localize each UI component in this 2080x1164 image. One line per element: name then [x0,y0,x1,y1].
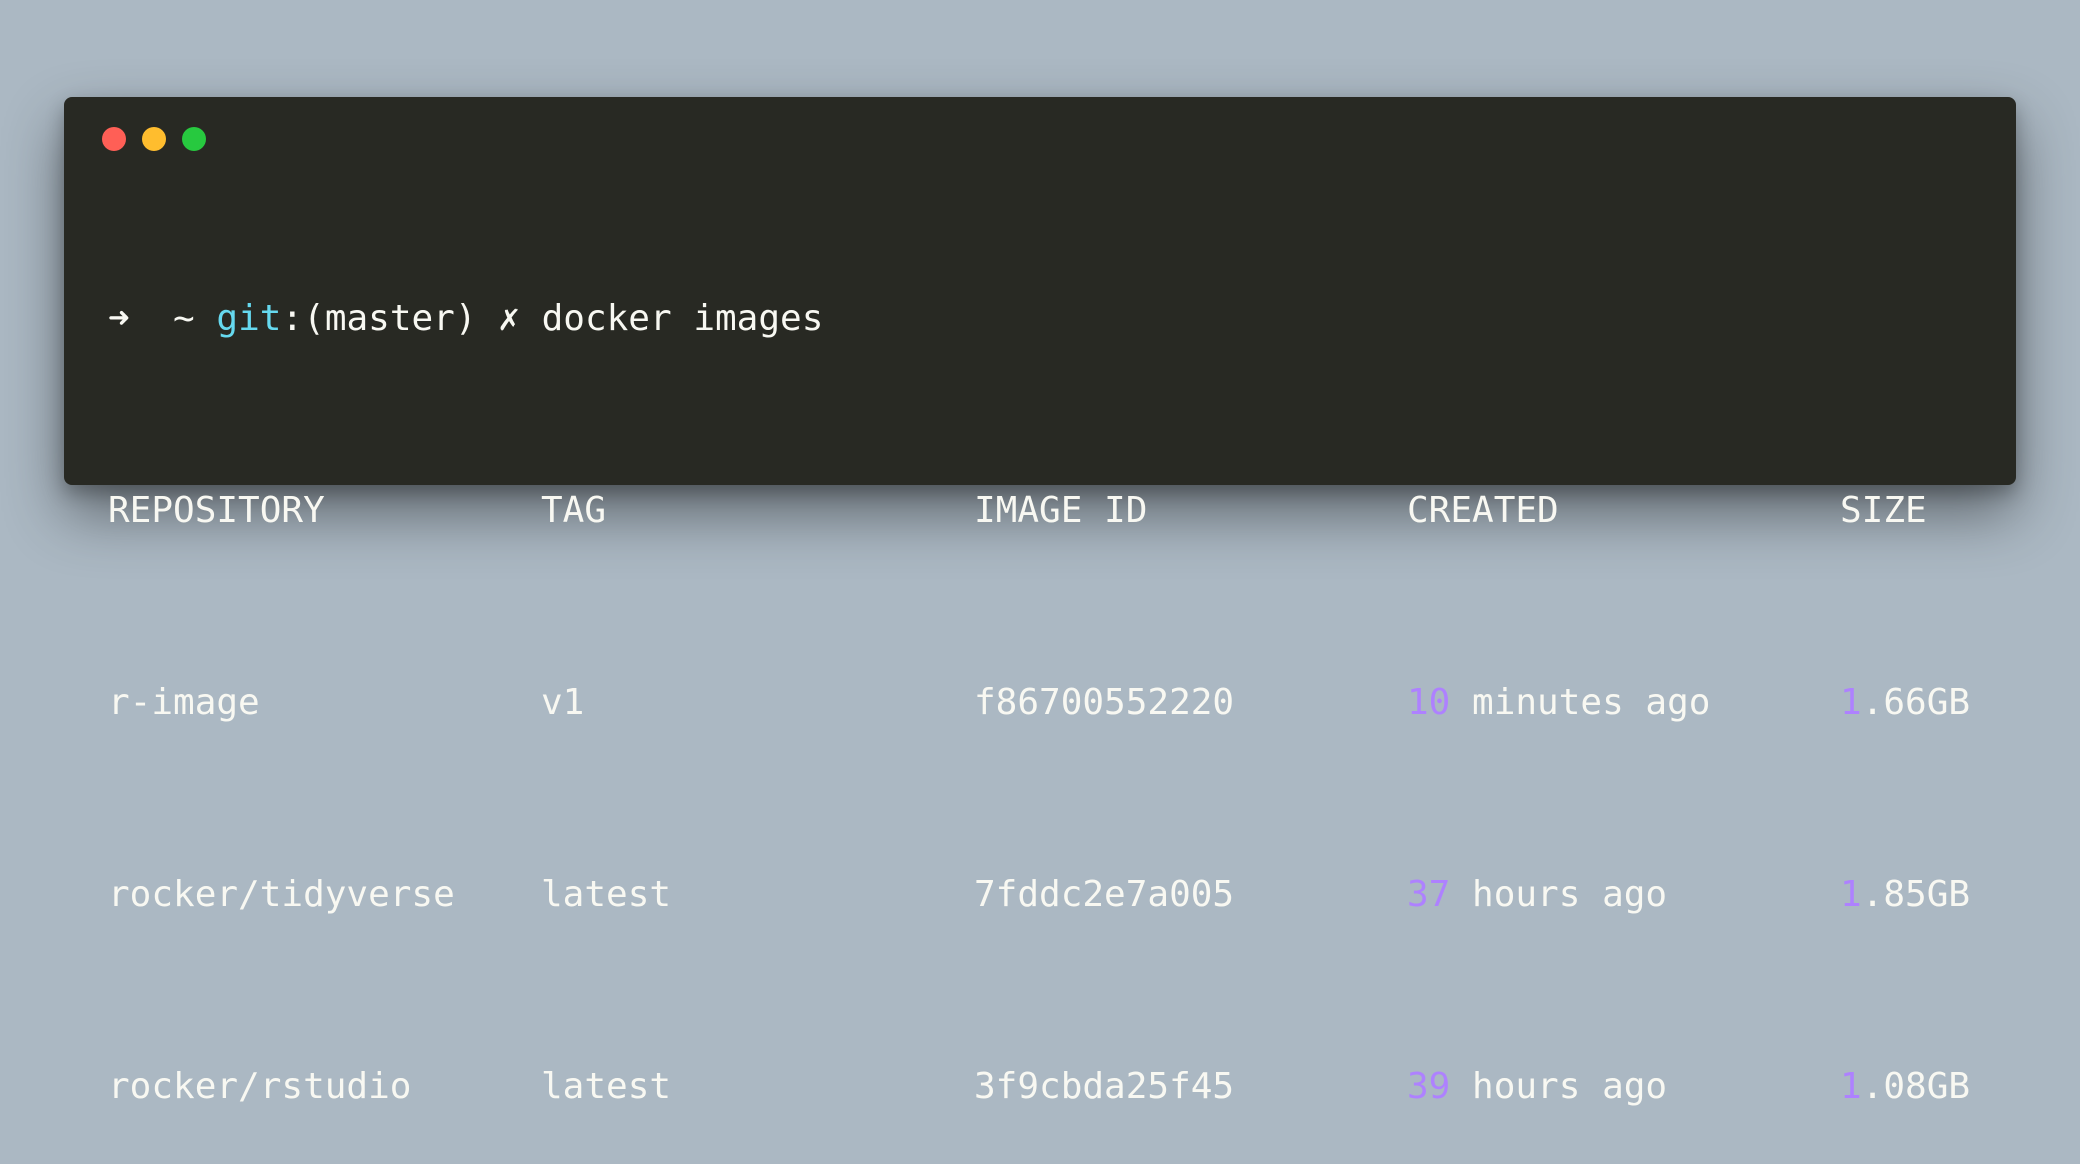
size-cell: 1.08GB [1840,1063,1970,1111]
created-number: 39 [1407,1066,1451,1107]
image-id-cell: 3f9cbda25f45 [974,1066,1235,1107]
git-branch: master [324,298,455,339]
table-header: REPOSITORY TAG IMAGE ID CREATED SIZE [108,487,1986,535]
terminal-output[interactable]: ➜ ~ git:(master) ✗ docker images REPOSIT… [108,199,1986,1164]
header-tag: TAG [541,490,607,531]
tag-cell: latest [541,874,672,915]
prompt-cwd: ~ [173,298,195,339]
created-cell: 37 hours ago [1407,871,1840,919]
git-label: git [216,298,282,339]
header-size: SIZE [1840,490,1927,531]
size-number: 1 [1840,682,1862,723]
header-created: CREATED [1407,490,1559,531]
table-row: rocker/tidyverse latest 7fddc2e7a005 37 hou… [108,871,1986,919]
branch-open: :( [281,298,325,339]
tag-cell: latest [541,1066,672,1107]
window-controls [102,127,206,151]
maximize-button[interactable] [182,127,206,151]
created-unit: hours ago [1450,1066,1668,1107]
created-number: 37 [1407,874,1451,915]
size-cell: 1.66GB [1840,679,1970,727]
terminal-window: ➜ ~ git:(master) ✗ docker images REPOSIT… [64,97,2016,1107]
created-cell: 10 minutes ago [1407,679,1840,727]
size-rest: .85GB [1861,874,1971,915]
created-cell: 39 hours ago [1407,1063,1840,1111]
size-cell: 1.85GB [1840,871,1970,919]
header-image-id: IMAGE ID [974,490,1148,531]
prompt-line: ➜ ~ git:(master) ✗ docker images [108,295,1986,343]
header-repository: REPOSITORY [108,490,325,531]
command-text: docker images [541,298,824,339]
image-id-cell: 7fddc2e7a005 [974,874,1235,915]
branch-close: ) [454,298,477,339]
table-row: r-image v1 f86700552220 10 minutes ago 1.66G… [108,679,1986,727]
size-rest: .08GB [1861,1066,1971,1107]
size-number: 1 [1840,1066,1862,1107]
size-rest: .66GB [1861,682,1971,723]
table-row: rocker/rstudio latest 3f9cbda25f45 39 hours… [108,1063,1986,1111]
created-unit: hours ago [1450,874,1668,915]
repository-cell: rocker/tidyverse [108,874,455,915]
size-number: 1 [1840,874,1862,915]
repository-cell: r-image [108,682,260,723]
tag-cell: v1 [541,682,585,723]
repository-cell: rocker/rstudio [108,1066,412,1107]
created-unit: minutes ago [1450,682,1711,723]
minimize-button[interactable] [142,127,166,151]
close-button[interactable] [102,127,126,151]
image-id-cell: f86700552220 [974,682,1235,723]
dirty-mark-icon: ✗ [498,298,520,339]
prompt-arrow-icon: ➜ [108,298,130,339]
created-number: 10 [1407,682,1451,723]
